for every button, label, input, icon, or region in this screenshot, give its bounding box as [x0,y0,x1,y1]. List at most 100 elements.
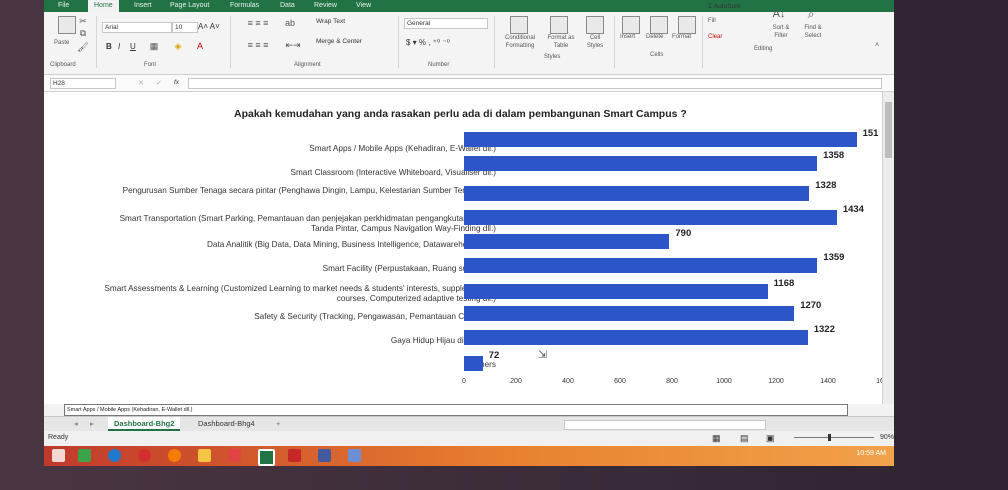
bar[interactable] [464,356,483,371]
indent-icon[interactable]: ⇤⇥ [282,40,304,50]
orientation-icon[interactable]: ab [284,18,296,28]
worksheet-area[interactable]: Apakah kemudahan yang anda rasakan perlu… [44,92,884,404]
new-sheet-icon[interactable]: + [270,417,286,431]
name-box[interactable]: H28 [50,78,116,89]
insert-cells-icon[interactable] [622,16,640,34]
paste-icon[interactable] [58,16,76,34]
zoom-slider-thumb[interactable] [828,434,831,441]
category-label: Pengurusan Sumber Tenaga secara pintar (… [122,186,496,195]
sheet-tab-dashboard-bhg2[interactable]: Dashboard-Bhg2 [108,417,181,431]
wrap-text-button[interactable]: Wrap Text [316,18,345,25]
bar[interactable] [464,156,818,171]
vertical-scrollbar[interactable] [882,92,894,404]
sort-filter-button[interactable]: Sort & Filter [766,24,796,40]
format-as-table-icon[interactable] [550,16,568,34]
bar[interactable] [464,132,857,147]
cut-icon[interactable]: ✂ [78,16,88,26]
sheet-tab-bar: ◂ ▸ Dashboard-Bhg2 Dashboard-Bhg4 + [44,416,894,431]
copy-icon[interactable]: ⧉ [78,28,88,38]
media-icon[interactable] [138,449,151,462]
insert-function-icon[interactable]: fx [174,79,179,86]
bar[interactable] [464,186,810,201]
cell-styles-icon[interactable] [586,16,604,34]
currency-percent-icon[interactable]: $ ▾ % , ⁺⁰ ⁻⁰ [406,38,450,47]
prev-sheet-icon[interactable]: ◂ [68,417,84,431]
zoom-slider[interactable] [794,434,874,441]
font-size-select[interactable]: 10 [172,22,198,33]
align-top-icon[interactable]: ≡ ≡ ≡ [238,18,278,28]
x-tick-label: 600 [614,378,626,385]
tab-insert[interactable]: Insert [134,0,152,12]
horizontal-scrollbar[interactable] [564,420,766,430]
fill-color-icon[interactable]: ◈ [172,40,184,52]
normal-view-icon[interactable]: ▦ [712,431,721,445]
app-icon[interactable] [78,449,91,462]
powerpoint-icon[interactable] [288,449,301,462]
bar[interactable] [464,258,818,273]
folder-icon[interactable] [198,449,211,462]
data-label: 1168 [773,278,795,289]
bold-button[interactable]: B [106,42,112,51]
app-icon[interactable] [348,449,361,462]
format-cells-icon[interactable] [678,16,696,34]
borders-icon[interactable]: ▦ [148,40,160,52]
format-as-table-button[interactable]: Format as Table [544,34,578,50]
bar[interactable] [464,330,808,345]
conditional-formatting-button[interactable]: Conditional Formatting [498,34,542,50]
tab-review[interactable]: Review [314,0,337,12]
sheet-tab-dashboard-bhg4[interactable]: Dashboard-Bhg4 [192,417,261,431]
number-format-select[interactable]: General [404,18,488,29]
italic-button[interactable]: I [118,42,120,51]
category-label: Gaya Hidup Hijau di Kampus [390,336,496,345]
enter-icon[interactable]: ✓ [154,78,164,88]
grow-font-icon[interactable]: A˄ A˅ [198,22,220,31]
bar[interactable] [464,210,837,225]
scrollbar-thumb[interactable] [885,102,892,158]
find-select-button[interactable]: Find & Select [798,24,828,40]
format-cells-button[interactable]: Format [672,34,691,40]
bar[interactable] [464,284,768,299]
find-icon[interactable]: ⌕ [802,6,820,22]
sort-filter-icon[interactable]: A↓ [770,6,788,22]
zoom-level[interactable]: 90% [880,431,894,445]
align-left-icon[interactable]: ≡ ≡ ≡ [238,40,278,50]
autosum-button[interactable]: Σ AutoSum [708,3,741,10]
fill-button[interactable]: Fill [708,18,716,24]
insert-cells-button[interactable]: Insert [620,34,635,40]
clock[interactable]: 10:59 AM [856,450,886,457]
firefox-icon[interactable] [168,449,181,462]
tab-data[interactable]: Data [280,0,295,12]
app-icon[interactable] [228,449,241,462]
tab-file[interactable]: File [58,0,69,12]
excel-icon[interactable] [258,449,275,466]
next-sheet-icon[interactable]: ▸ [84,417,100,431]
start-icon[interactable] [52,449,65,462]
font-color-icon[interactable]: A [194,40,206,52]
clear-button[interactable]: Clear [708,34,722,40]
data-label: 72 [488,350,500,361]
data-label: 1434 [842,204,864,215]
tab-view[interactable]: View [356,0,371,12]
tab-page-layout[interactable]: Page Layout [170,0,209,12]
font-name-select[interactable]: Arial [102,22,172,33]
collapse-ribbon-icon[interactable]: ˄ [872,40,882,50]
page-break-view-icon[interactable]: ▣ [766,431,775,445]
bar[interactable] [464,306,795,321]
formula-input[interactable] [188,78,882,89]
excel-window: File Home Insert Page Layout Formulas Da… [44,0,894,466]
underline-button[interactable]: U [130,42,136,51]
conditional-formatting-icon[interactable] [510,16,528,34]
ie-icon[interactable] [108,449,121,462]
page-layout-view-icon[interactable]: ▤ [740,431,749,445]
bar[interactable] [464,234,670,249]
delete-cells-button[interactable]: Delete [646,34,663,40]
cell-styles-button[interactable]: Cell Styles [582,34,608,50]
tab-formulas[interactable]: Formulas [230,0,259,12]
format-painter-icon[interactable]: 🖌 [77,42,88,52]
delete-cells-icon[interactable] [650,16,668,34]
cancel-icon[interactable]: ✕ [136,78,146,88]
x-tick-label: 0 [462,378,466,385]
tab-home[interactable]: Home [88,0,119,12]
merge-center-button[interactable]: Merge & Center [316,38,362,45]
app-icon[interactable] [318,449,331,462]
